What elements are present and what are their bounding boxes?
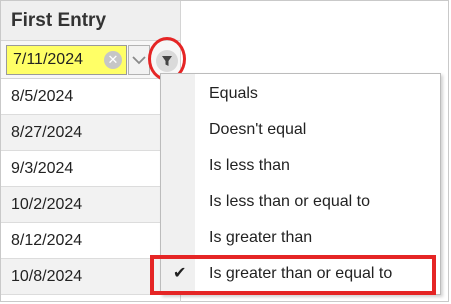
menu-item-label: Is greater than [209, 229, 313, 246]
menu-item-greater-than[interactable]: Is greater than [161, 220, 440, 256]
menu-item-less-than[interactable]: Is less than [161, 148, 440, 184]
menu-item-less-or-equal[interactable]: Is less than or equal to [161, 184, 440, 220]
selected-option-highlight [150, 255, 436, 295]
menu-item-label: Equals [209, 85, 258, 102]
menu-item-label: Doesn't equal [209, 121, 307, 138]
menu-item-not-equal[interactable]: Doesn't equal [161, 112, 440, 148]
menu-item-label: Is less than or equal to [209, 193, 370, 210]
menu-item-label: Is less than [209, 157, 290, 174]
menu-item-equals[interactable]: Equals [161, 76, 440, 112]
